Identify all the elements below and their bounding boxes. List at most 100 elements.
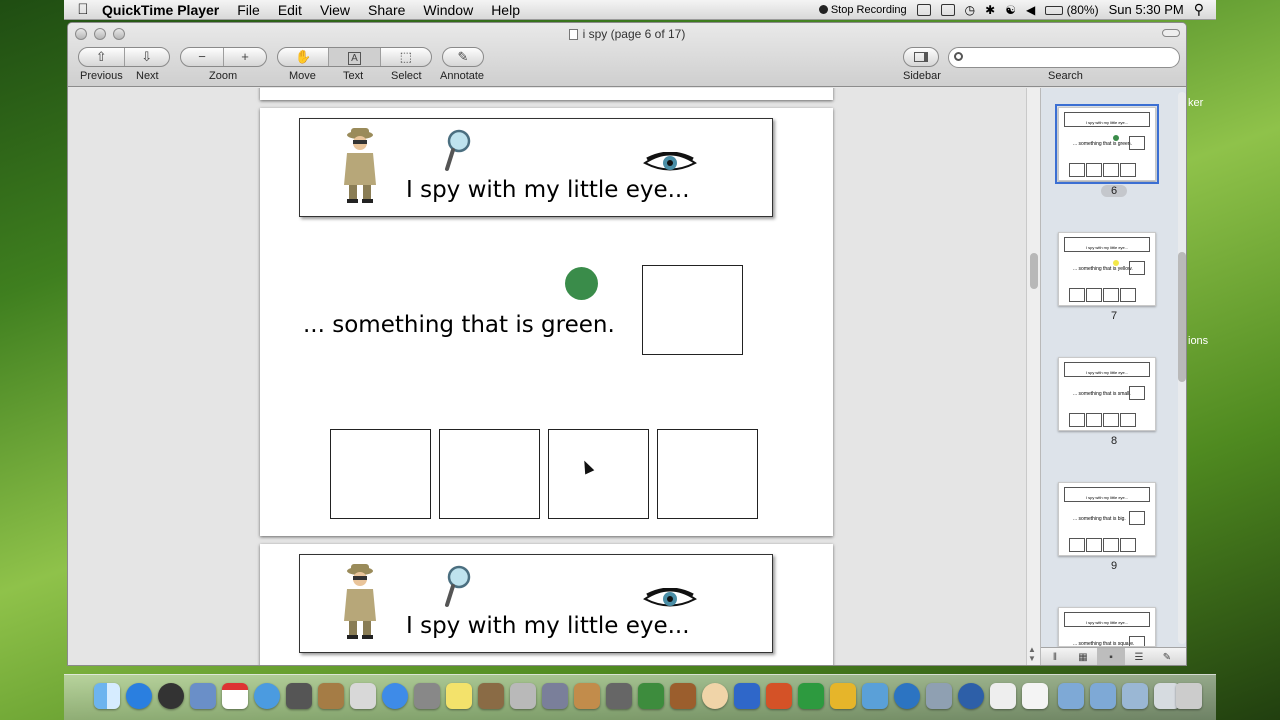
brush-icon[interactable] (542, 683, 568, 709)
previous-button[interactable]: ⇧ (79, 48, 124, 66)
sidebar-scrollbar[interactable] (1178, 92, 1186, 644)
stickies-icon[interactable] (446, 683, 472, 709)
finder-icon[interactable] (94, 683, 120, 709)
thumb-answer-box (1129, 136, 1145, 150)
green-color-dot (565, 267, 598, 300)
guitar-icon[interactable] (574, 683, 600, 709)
quicktime-icon[interactable] (958, 683, 984, 709)
choice-box-4[interactable] (657, 429, 758, 519)
keynote-icon[interactable] (670, 683, 696, 709)
toolbar-toggle-button[interactable] (1162, 29, 1180, 37)
photo-icon[interactable] (478, 683, 504, 709)
dashboard-icon[interactable] (158, 683, 184, 709)
choice-box-2[interactable] (439, 429, 540, 519)
word-icon[interactable] (734, 683, 760, 709)
document-icon[interactable] (1022, 683, 1048, 709)
grapher-icon[interactable] (638, 683, 664, 709)
menu-help[interactable]: Help (491, 2, 520, 18)
folder-icon[interactable] (1122, 683, 1148, 709)
desktop-edge-label: ker (1188, 97, 1204, 109)
apple-menu-icon[interactable]:  (64, 1, 102, 18)
wifi-icon[interactable]: ☯ (1005, 3, 1016, 17)
zoom-out-button[interactable]: − (181, 48, 223, 66)
safari-icon[interactable] (254, 683, 280, 709)
thumbnails-view-icon[interactable]: ▪ (1097, 648, 1125, 665)
select-tool-button[interactable]: ⬚ (379, 48, 431, 66)
system-preferences-icon[interactable] (606, 683, 632, 709)
thumb-answer-box (1129, 386, 1145, 400)
notes-icon[interactable] (990, 683, 1016, 709)
dropbox-icon[interactable] (916, 3, 931, 16)
app-menu[interactable]: QuickTime Player (102, 2, 219, 18)
zoom-in-button[interactable]: + (223, 48, 266, 66)
volume-icon[interactable]: ◀ (1026, 3, 1035, 17)
powerpoint-icon[interactable] (766, 683, 792, 709)
resize-handle-icon[interactable]: ‖ (1041, 652, 1069, 663)
battery-item[interactable]: (80%) (1045, 2, 1099, 17)
excel-icon[interactable] (798, 683, 824, 709)
sidebar-scroll-thumb[interactable] (1178, 252, 1186, 382)
annotate-button[interactable]: ✎ (442, 47, 484, 67)
text-tool-button[interactable]: A (328, 48, 380, 66)
utilities-icon[interactable] (926, 683, 952, 709)
globe-icon[interactable] (894, 683, 920, 709)
answer-box[interactable] (642, 265, 743, 355)
search-input[interactable] (948, 47, 1180, 68)
messenger-icon[interactable] (862, 683, 888, 709)
face-icon[interactable] (702, 683, 728, 709)
time-machine-icon[interactable]: ◷ (965, 3, 975, 17)
trash-icon[interactable] (1176, 683, 1202, 709)
annotate-label: Annotate (440, 70, 485, 82)
menu-file[interactable]: File (237, 2, 260, 18)
folder-icon[interactable] (1090, 683, 1116, 709)
document-view[interactable]: I spy with my little eye... ... somethin… (68, 88, 1038, 665)
document-icon (568, 29, 578, 41)
page-thumbnail-6[interactable]: I spy with my little eye... ... somethin… (1055, 104, 1159, 184)
choice-box-1[interactable] (330, 429, 431, 519)
window-title: i spy (page 6 of 17) (68, 27, 1186, 41)
detective-icon (344, 128, 376, 203)
thumb-prompt: ... something that is green. (1073, 141, 1132, 147)
document-scrollbar[interactable]: ▲ ▼ (1026, 88, 1040, 665)
facetime-icon[interactable] (286, 683, 312, 709)
stop-recording-item[interactable]: Stop Recording (818, 4, 907, 16)
thumb-choice-boxes (1069, 163, 1136, 177)
display-icon[interactable] (940, 3, 955, 16)
calendar-icon[interactable] (222, 683, 248, 709)
address-book-icon[interactable] (318, 683, 344, 709)
clock[interactable]: Sun 5:30 PM (1109, 2, 1184, 17)
bluetooth-icon[interactable]: ✱ (985, 3, 995, 17)
outlook-icon[interactable] (830, 683, 856, 709)
contact-sheet-icon[interactable]: ▦ (1069, 652, 1097, 663)
page-thumbnail-10[interactable]: I spy with my little eye... ... somethin… (1058, 607, 1156, 647)
menu-share[interactable]: Share (368, 2, 405, 18)
app-store-icon[interactable] (126, 683, 152, 709)
folder-icon[interactable] (1058, 683, 1084, 709)
itunes-icon[interactable] (382, 683, 408, 709)
i-spy-banner: I spy with my little eye... (299, 554, 773, 653)
sidebar-icon (914, 52, 928, 62)
page-thumbnail-7[interactable]: I spy with my little eye... ... somethin… (1058, 232, 1156, 306)
battery-percent: (80%) (1066, 2, 1099, 17)
star-icon[interactable] (510, 683, 536, 709)
next-button[interactable]: ⇩ (123, 48, 170, 66)
thumb-answer-box (1129, 261, 1145, 275)
sidebar-button[interactable] (903, 47, 939, 67)
document-scroll-thumb[interactable] (1030, 253, 1038, 289)
spotlight-icon[interactable]: ⚲ (1194, 1, 1204, 18)
choice-box-3[interactable] (548, 429, 649, 519)
annotations-view-icon[interactable]: ✎ (1153, 652, 1181, 663)
move-tool-button[interactable]: ✋ (278, 48, 328, 66)
page-thumbnail-8[interactable]: I spy with my little eye... ... somethin… (1058, 357, 1156, 431)
banner-title: I spy with my little eye... (406, 177, 690, 203)
scroll-arrows[interactable]: ▲ ▼ (1028, 645, 1036, 663)
preview-icon[interactable] (350, 683, 376, 709)
page-thumbnail-9[interactable]: I spy with my little eye... ... somethin… (1058, 482, 1156, 556)
plus-icon: + (241, 49, 249, 64)
menu-view[interactable]: View (320, 2, 350, 18)
calculator-icon[interactable] (414, 683, 440, 709)
mail-icon[interactable] (190, 683, 216, 709)
table-of-contents-icon[interactable]: ☰ (1125, 652, 1153, 663)
menu-edit[interactable]: Edit (278, 2, 302, 18)
menu-window[interactable]: Window (423, 2, 473, 18)
